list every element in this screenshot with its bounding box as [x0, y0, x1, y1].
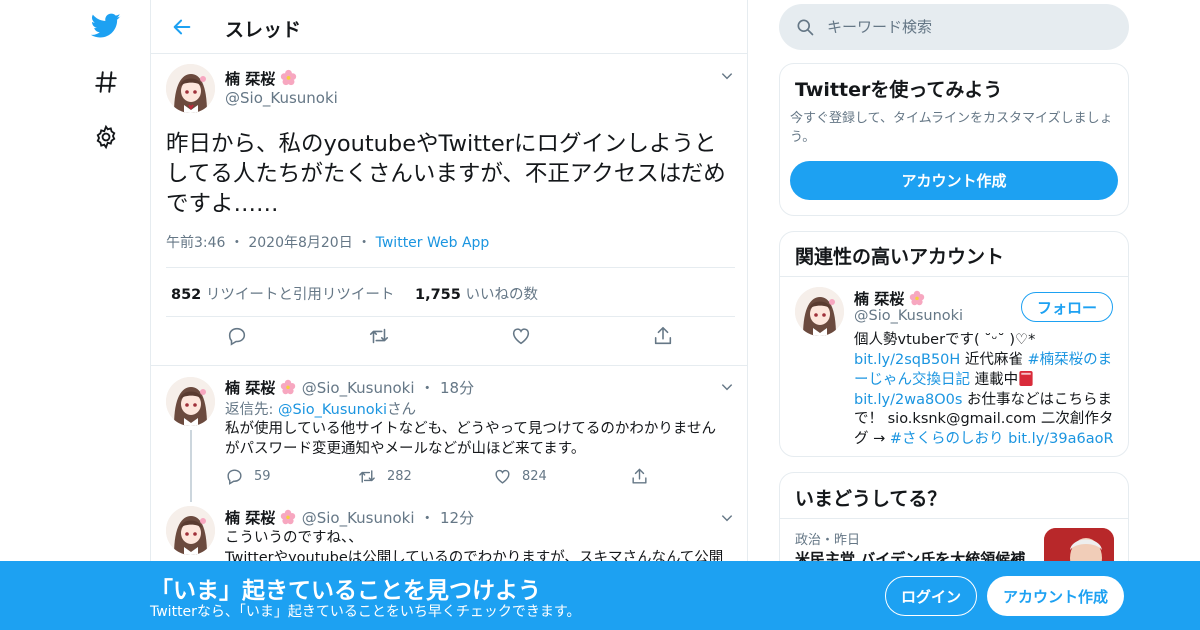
author-display-name: 楠 栞桜 — [225, 70, 276, 88]
divider — [780, 518, 1128, 519]
author-display-name: 楠 栞桜 — [225, 509, 276, 527]
thread-line — [190, 430, 192, 502]
related-card-title: 関連性の高いアカウント — [795, 246, 1005, 268]
chevron-down-icon[interactable] — [719, 510, 735, 526]
reply-time: 18分 — [440, 379, 475, 397]
bio-link[interactable]: bit.ly/2sqB50H — [854, 352, 960, 368]
like-label: いいねの数 — [465, 287, 538, 303]
reply-tweet[interactable]: 楠 栞桜 @Sio_Kusunoki ・ 12分 こういうのですね、、 Twit… — [151, 500, 747, 570]
page-title: スレッド — [225, 19, 302, 41]
twitter-logo-icon[interactable] — [90, 10, 122, 42]
thread-column: スレッド 楠 栞桜 @Sio_Kusunoki 昨日から、私のyoutubeやT… — [150, 0, 748, 630]
replying-to-link[interactable]: @Sio_Kusunoki — [278, 402, 387, 418]
like-count: 824 — [522, 469, 547, 484]
avatar[interactable] — [166, 506, 215, 555]
chevron-down-icon[interactable] — [719, 68, 735, 84]
trend-meta: 政治・昨日 — [795, 533, 861, 548]
like-stat[interactable]: 1,755 いいねの数 — [415, 283, 538, 304]
follow-button[interactable]: フォロー — [1021, 292, 1113, 322]
tweet-actions — [151, 324, 747, 360]
tweet-stats: 852 リツイートと引用リツイート 1,755 いいねの数 — [166, 267, 735, 317]
heart-icon[interactable] — [509, 324, 533, 348]
reply-count: 59 — [254, 469, 271, 484]
create-account-button[interactable]: アカウント作成 — [790, 161, 1118, 200]
divider — [780, 276, 1128, 277]
related-accounts-card: 関連性の高いアカウント 楠 栞桜 @Sio_Kusunoki フォロー 個人勢v… — [779, 231, 1129, 457]
related-account-handle[interactable]: @Sio_Kusunoki — [854, 308, 963, 324]
signup-banner: 「いま」起きていることを見つけよう Twitterなら、「いま」起きていることを… — [0, 561, 1200, 630]
replying-to: 返信先: @Sio_Kusunokiさん — [225, 402, 417, 418]
retweet-button[interactable]: 282 — [357, 467, 412, 486]
avatar[interactable] — [166, 377, 215, 426]
sakura-emoji-icon — [909, 290, 925, 308]
book-emoji-icon — [1018, 370, 1034, 388]
reply-time: 12分 — [440, 509, 475, 527]
reply-text-line: こういうのですね、、 — [225, 530, 363, 546]
tweet-source-link[interactable]: Twitter Web App — [376, 235, 490, 251]
author-name[interactable]: 楠 栞桜 — [225, 68, 297, 89]
thread-header: スレッド — [151, 0, 747, 54]
retweet-label: リツイートと引用リツイート — [205, 287, 395, 303]
retweet-stat[interactable]: 852 リツイートと引用リツイート — [171, 283, 394, 304]
avatar[interactable] — [795, 287, 844, 336]
search-input[interactable] — [827, 12, 1107, 42]
tweet-date[interactable]: 2020年8月20日 — [248, 235, 352, 251]
heart-icon — [495, 469, 510, 484]
author-handle: @Sio_Kusunoki — [301, 509, 415, 527]
banner-title: 「いま」起きていることを見つけよう — [150, 578, 541, 604]
trends-card-title: いまどうしてる？ — [795, 488, 947, 510]
reply-author[interactable]: 楠 栞桜 @Sio_Kusunoki ・ 12分 — [225, 507, 474, 528]
signup-card: Twitterを使ってみよう 今すぐ登録して、タイムラインをカスタマイズしましょ… — [779, 63, 1129, 216]
chevron-down-icon[interactable] — [719, 379, 735, 395]
bio-link[interactable]: bit.ly/2wa8O0s — [854, 392, 962, 408]
signup-card-title: Twitterを使ってみよう — [795, 79, 1003, 101]
sakura-emoji-icon — [280, 69, 297, 88]
reply-icon[interactable] — [225, 324, 249, 348]
related-account-name[interactable]: 楠 栞桜 — [854, 288, 925, 309]
reply-button[interactable]: 59 — [225, 467, 271, 486]
bio-hashtag[interactable]: ーじゃん交換日記 — [854, 372, 970, 388]
like-button[interactable]: 824 — [493, 467, 547, 486]
reply-icon — [227, 469, 242, 485]
like-count: 1,755 — [415, 287, 461, 303]
share-button[interactable] — [630, 467, 649, 486]
retweet-count: 282 — [387, 469, 412, 484]
left-nav — [80, 0, 130, 630]
related-account-bio: 個人勢vtuberです( ˘ᵕ˘ )♡* bit.ly/2sqB50H 近代麻雀… — [854, 332, 1114, 447]
hashtag-icon[interactable] — [90, 66, 122, 98]
author-handle: @Sio_Kusunoki — [301, 379, 415, 397]
bio-link[interactable]: bit.ly/39a6aoR — [1008, 431, 1113, 447]
search-icon — [797, 19, 814, 36]
search-box[interactable] — [779, 4, 1129, 50]
login-button[interactable]: ログイン — [885, 576, 977, 616]
retweet-icon — [359, 470, 375, 483]
signup-button[interactable]: アカウント作成 — [987, 576, 1124, 616]
reply-tweet[interactable]: 楠 栞桜 @Sio_Kusunoki ・ 18分 返信先: @Sio_Kusun… — [151, 367, 747, 502]
retweet-count: 852 — [171, 287, 202, 303]
bio-hashtag[interactable]: #さくらのしおり — [890, 431, 1004, 447]
sakura-emoji-icon — [280, 509, 301, 527]
tweet-time[interactable]: 午前3:46 — [166, 235, 225, 251]
banner-subtitle: Twitterなら、「いま」起きていることをいち早くチェックできます。 — [150, 604, 581, 620]
gear-icon[interactable] — [90, 121, 122, 153]
author-display-name: 楠 栞桜 — [225, 379, 276, 397]
back-button[interactable] — [169, 14, 195, 40]
arrow-left-icon — [173, 19, 191, 35]
tweet-meta: 午前3:46 ・ 2020年8月20日 ・ Twitter Web App — [166, 235, 490, 251]
avatar[interactable] — [166, 64, 215, 113]
reply-author[interactable]: 楠 栞桜 @Sio_Kusunoki ・ 18分 — [225, 377, 474, 398]
retweet-icon[interactable] — [367, 324, 391, 348]
share-icon[interactable] — [651, 324, 675, 348]
share-icon — [632, 468, 647, 484]
bio-hashtag[interactable]: #楠栞桜のま — [1028, 352, 1113, 368]
tweet-text: 昨日から、私のyoutubeやTwitterにログインしようとしてる人たちがたく… — [166, 131, 726, 217]
sakura-emoji-icon — [280, 379, 301, 397]
reply-text: 私が使用している他サイトなども、どうやって見つけてるのかわかりませんがパスワード… — [225, 421, 716, 457]
signup-card-description: 今すぐ登録して、タイムラインをカスタマイズしましょう。 — [790, 111, 1113, 145]
author-handle[interactable]: @Sio_Kusunoki — [225, 89, 338, 107]
main-tweet: 楠 栞桜 @Sio_Kusunoki 昨日から、私のyoutubeやTwitte… — [151, 54, 747, 366]
